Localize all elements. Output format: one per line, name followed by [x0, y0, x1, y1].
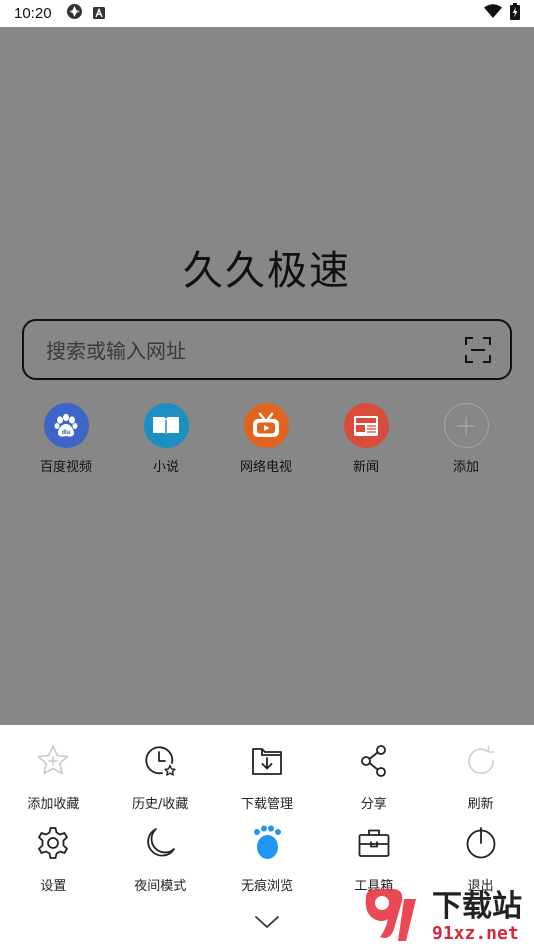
- menu-toolbox[interactable]: 工具箱: [320, 825, 427, 894]
- paw-incognito-icon: [249, 825, 285, 861]
- menu-label: 添加收藏: [27, 797, 80, 812]
- watermark-top-text: 下载站: [432, 889, 522, 924]
- shortcut-web-tv[interactable]: 网络电视: [216, 403, 316, 475]
- baidu-paw-icon: du: [43, 403, 89, 448]
- share-icon: [356, 743, 392, 779]
- power-icon: [463, 825, 499, 861]
- shortcut-label: 网络电视: [239, 460, 292, 475]
- menu-download-manager[interactable]: 下载管理: [214, 743, 321, 812]
- menu-add-favorite[interactable]: 添加收藏: [0, 743, 107, 812]
- shortcut-label: 新闻: [352, 460, 379, 475]
- menu-label: 设置: [40, 879, 67, 894]
- status-right: [484, 3, 520, 24]
- watermark-logo-icon: [360, 885, 430, 950]
- menu-label: 下载管理: [240, 797, 293, 812]
- menu-share[interactable]: 分享: [320, 743, 427, 812]
- moon-icon: [142, 825, 178, 861]
- watermark-text: 下载站 91xz.net: [432, 891, 522, 945]
- shortcut-label: 添加: [452, 460, 479, 475]
- shortcut-label: 小说: [152, 460, 179, 475]
- menu-row-2: 设置 夜间模式 无痕浏览 工具箱 退出: [0, 825, 534, 894]
- page-title: 久久极速: [183, 248, 351, 294]
- sync-notification-icon: [66, 3, 83, 24]
- shortcut-news[interactable]: 新闻: [316, 403, 416, 475]
- star-add-icon: [35, 743, 71, 779]
- refresh-icon: [463, 743, 499, 779]
- newspaper-icon: [343, 403, 389, 448]
- search-input[interactable]: 搜索或输入网址: [22, 319, 512, 380]
- gear-icon: [35, 825, 71, 861]
- shortcut-baidu-video[interactable]: du 百度视频: [16, 403, 116, 475]
- collapse-menu-button[interactable]: [252, 912, 282, 934]
- chevron-down-icon: [254, 914, 280, 933]
- tv-icon: [243, 403, 289, 448]
- menu-label: 夜间模式: [134, 879, 187, 894]
- search-placeholder: 搜索或输入网址: [46, 339, 186, 363]
- shortcut-novel[interactable]: 小说: [116, 403, 216, 475]
- wifi-icon: [484, 4, 502, 23]
- watermark: 下载站 91xz.net: [360, 886, 534, 950]
- menu-label: 无痕浏览: [240, 879, 293, 894]
- menu-exit[interactable]: 退出: [427, 825, 534, 894]
- battery-icon: [510, 3, 520, 24]
- menu-label: 历史/收藏: [132, 797, 189, 812]
- menu-incognito[interactable]: 无痕浏览: [214, 825, 321, 894]
- toolbox-icon: [356, 825, 392, 861]
- shortcut-grid: du 百度视频 小说 网络电视 新闻 添加: [16, 403, 516, 475]
- download-folder-icon: [249, 743, 285, 779]
- svg-text:du: du: [62, 429, 71, 436]
- a-notification-icon: [92, 4, 105, 23]
- shortcut-add[interactable]: 添加: [416, 403, 516, 475]
- menu-row-1: 添加收藏 历史/收藏 下载管理 分享 刷新: [0, 743, 534, 812]
- menu-refresh[interactable]: 刷新: [427, 743, 534, 812]
- menu-history-favorites[interactable]: 历史/收藏: [107, 743, 214, 812]
- book-icon: [143, 403, 189, 448]
- shortcut-label: 百度视频: [39, 460, 92, 475]
- plus-icon: [443, 403, 489, 448]
- scan-icon[interactable]: [464, 336, 492, 364]
- menu-settings[interactable]: 设置: [0, 825, 107, 894]
- menu-night-mode[interactable]: 夜间模式: [107, 825, 214, 894]
- menu-label: 刷新: [467, 797, 494, 812]
- history-clock-icon: [142, 743, 178, 779]
- status-bar: 10:20: [0, 0, 534, 27]
- menu-label: 分享: [360, 797, 387, 812]
- watermark-bottom-text: 91xz.net: [432, 923, 519, 944]
- status-time: 10:20: [14, 5, 52, 22]
